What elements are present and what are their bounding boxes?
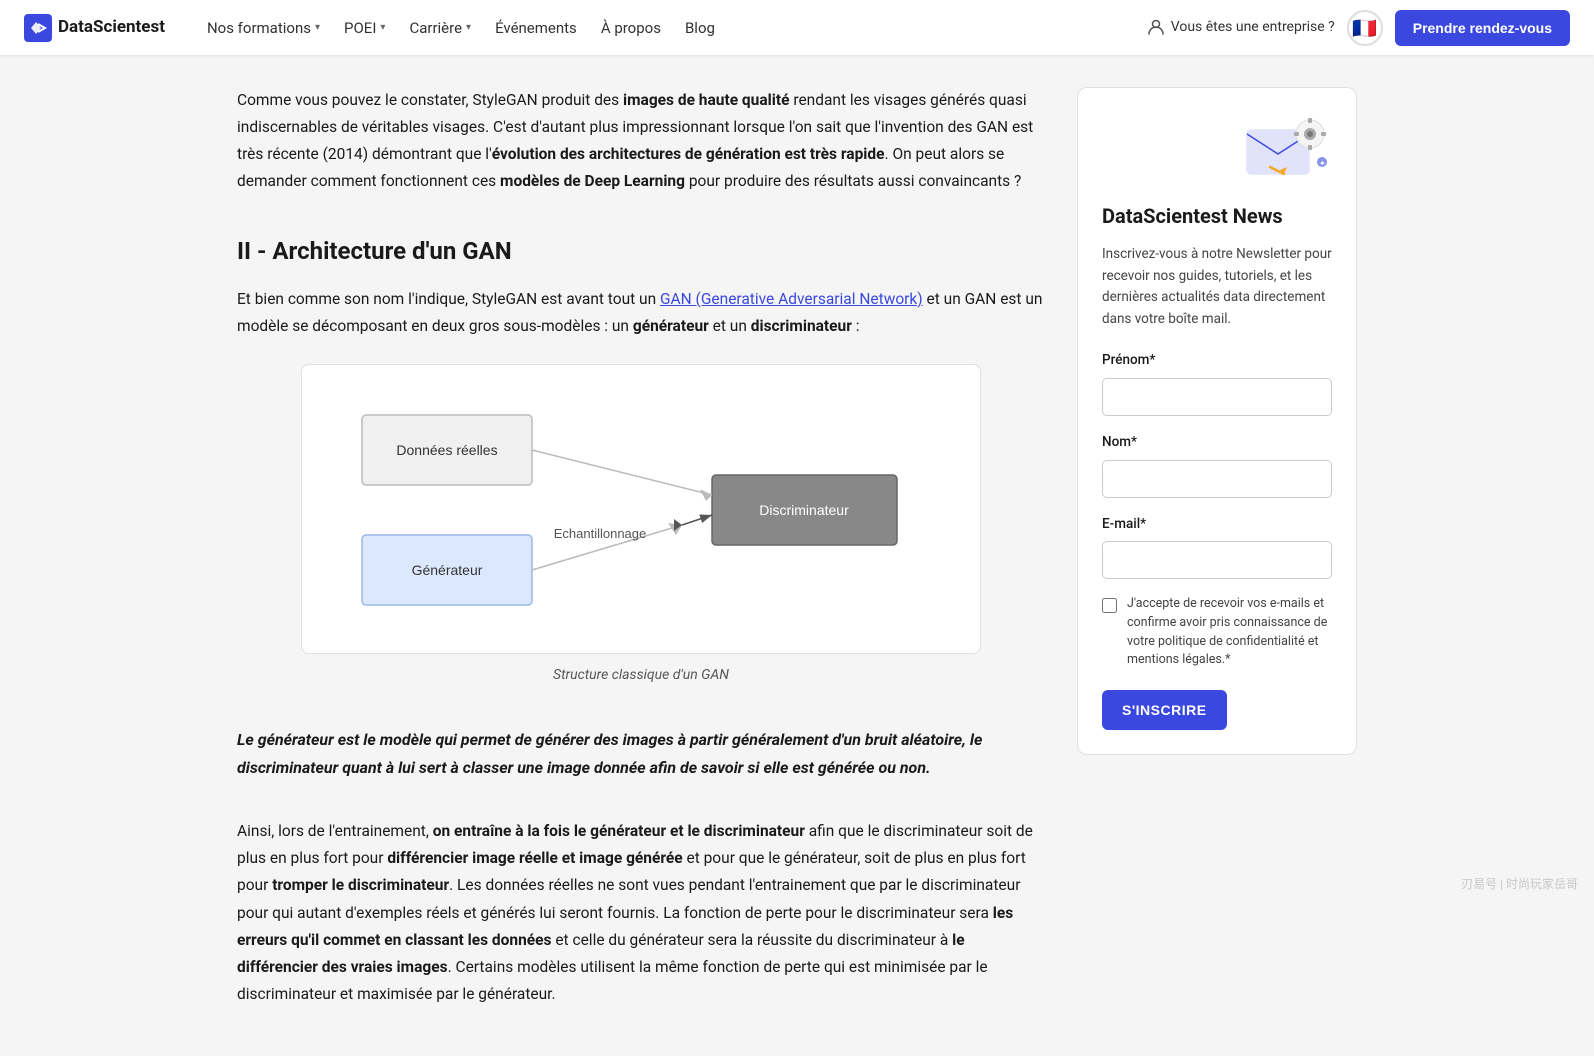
nav-item-carriere[interactable]: Carrière ▾ — [399, 10, 481, 46]
cta-label: Prendre rendez-vous — [1413, 20, 1552, 36]
gan-diagram-svg: Données réelles Générateur Discriminateu… — [342, 385, 922, 625]
prenom-input[interactable] — [1102, 378, 1332, 416]
nav-evenements-label: Événements — [495, 16, 577, 40]
box2-label: Générateur — [412, 562, 483, 578]
sampling-label: Echantillonnage — [554, 526, 647, 541]
nav-links: Nos formations ▾ POEI ▾ Carrière ▾ Événe… — [197, 10, 1147, 46]
consent-checkbox[interactable] — [1102, 598, 1117, 613]
prenom-group: Prénom* — [1102, 350, 1332, 416]
nav-item-apropos[interactable]: À propos — [591, 10, 671, 46]
email-group: E-mail* — [1102, 514, 1332, 580]
email-input[interactable] — [1102, 541, 1332, 579]
body-paragraph: Ainsi, lors de l'entrainement, on entraî… — [237, 818, 1045, 1008]
nav-item-poei[interactable]: POEI ▾ — [334, 10, 395, 46]
nav-formations-label: Nos formations — [207, 16, 311, 40]
newsletter-icon: ✦ — [1242, 112, 1332, 192]
navbar: DataScientest Nos formations ▾ POEI ▾ Ca… — [0, 0, 1594, 55]
nav-item-evenements[interactable]: Événements — [485, 10, 587, 46]
enterprise-link[interactable]: Vous êtes une entreprise ? — [1147, 16, 1335, 38]
sidebar-icon-area: ✦ — [1102, 112, 1332, 192]
highlight-text: Le générateur est le modèle qui permet d… — [237, 726, 1045, 782]
consent-group: J'accepte de recevoir vos e-mails et con… — [1102, 595, 1332, 670]
section-heading: II - Architecture d'un GAN — [237, 224, 1045, 270]
logo-text: DataScientest — [58, 14, 165, 41]
nom-label: Nom* — [1102, 432, 1332, 454]
diagram-caption: Structure classique d'un GAN — [553, 664, 729, 686]
diagram-container: Données réelles Générateur Discriminateu… — [237, 364, 1045, 686]
logo[interactable]: DataScientest — [24, 14, 165, 42]
nom-group: Nom* — [1102, 432, 1332, 498]
main-content: Comme vous pouvez le constater, StyleGAN… — [237, 87, 1045, 1024]
nom-input[interactable] — [1102, 460, 1332, 498]
flag-emoji: 🇫🇷 — [1352, 12, 1377, 44]
enterprise-icon — [1147, 18, 1165, 36]
nav-apropos-label: À propos — [601, 16, 661, 40]
submit-label: S'INSCRIRE — [1122, 702, 1207, 718]
sidebar-description: Inscrivez-vous à notre Newsletter pour r… — [1102, 244, 1332, 330]
box3-label: Discriminateur — [759, 502, 849, 518]
newsletter-card: ✦ DataScientest News Inscrivez-vous à no… — [1077, 87, 1357, 755]
chevron-down-icon: ▾ — [315, 20, 320, 36]
sidebar-title: DataScientest News — [1102, 200, 1332, 232]
nav-item-blog[interactable]: Blog — [675, 10, 725, 46]
watermark: 刃易号 | 时尚玩家岳哥 — [1461, 875, 1578, 894]
logo-icon — [24, 14, 52, 42]
section-intro: Et bien comme son nom l'indique, StyleGA… — [237, 286, 1045, 340]
gan-link[interactable]: GAN (Generative Adversarial Network) — [660, 290, 923, 308]
nav-poei-label: POEI — [344, 16, 376, 40]
intro-paragraph: Comme vous pouvez le constater, StyleGAN… — [237, 87, 1045, 196]
nav-carriere-label: Carrière — [409, 16, 462, 40]
cta-button[interactable]: Prendre rendez-vous — [1395, 10, 1570, 46]
page-wrapper: Comme vous pouvez le constater, StyleGAN… — [0, 0, 1594, 1056]
chevron-down-icon: ▾ — [466, 20, 471, 36]
prenom-label: Prénom* — [1102, 350, 1332, 372]
submit-button[interactable]: S'INSCRIRE — [1102, 690, 1227, 730]
box1-label: Données réelles — [396, 442, 497, 458]
diagram: Données réelles Générateur Discriminateu… — [301, 364, 981, 654]
email-label: E-mail* — [1102, 514, 1332, 536]
consent-label: J'accepte de recevoir vos e-mails et con… — [1127, 595, 1332, 670]
highlight-block: Le générateur est le modèle qui permet d… — [237, 710, 1045, 798]
nav-blog-label: Blog — [685, 16, 715, 40]
sidebar: ✦ DataScientest News Inscrivez-vous à no… — [1077, 87, 1357, 1024]
svg-text:✦: ✦ — [1319, 159, 1326, 168]
enterprise-label: Vous êtes une entreprise ? — [1171, 16, 1335, 38]
chevron-down-icon: ▾ — [380, 20, 385, 36]
nav-right: Vous êtes une entreprise ? 🇫🇷 Prendre re… — [1147, 10, 1570, 46]
language-flag-button[interactable]: 🇫🇷 — [1347, 10, 1383, 46]
nav-item-formations[interactable]: Nos formations ▾ — [197, 10, 330, 46]
